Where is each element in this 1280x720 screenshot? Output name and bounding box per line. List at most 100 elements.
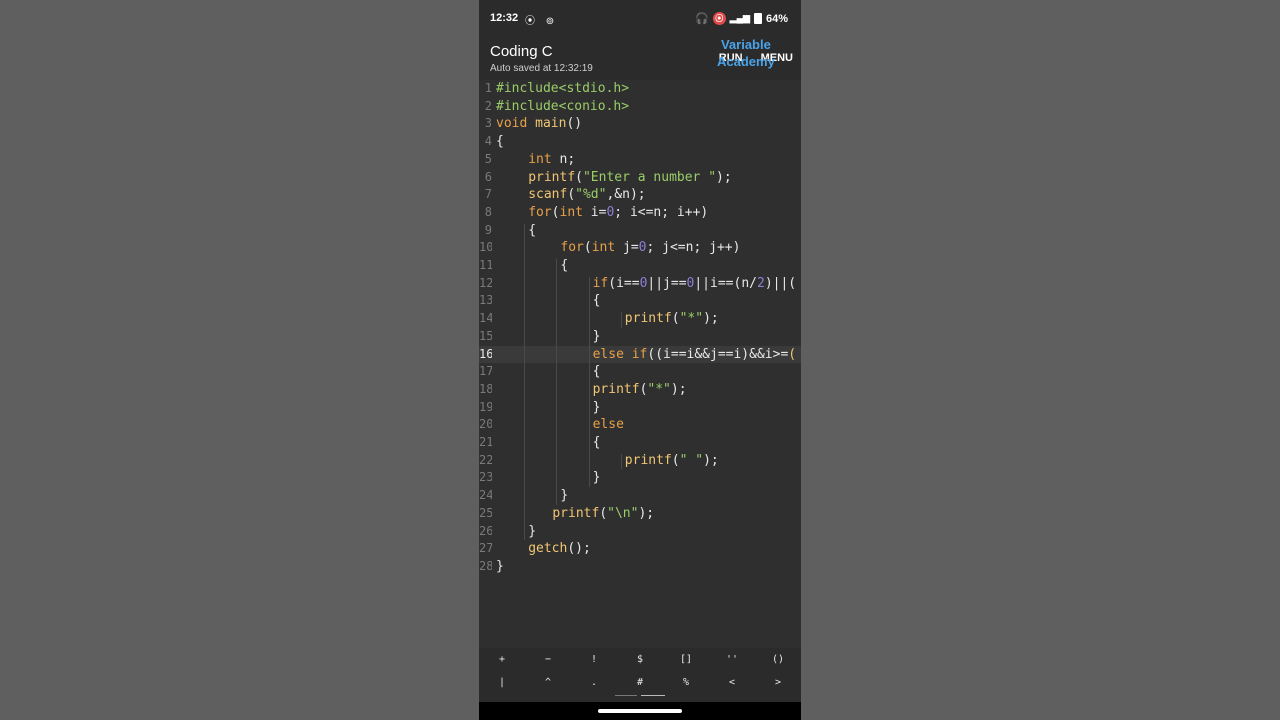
code-line[interactable]: 18 printf("*"); — [479, 381, 801, 399]
code-line[interactable]: 23} — [479, 469, 801, 487]
code-token: int — [528, 151, 552, 167]
indent-guide — [524, 223, 526, 541]
code-line[interactable]: 20 else — [479, 416, 801, 434]
code-token: ( — [567, 187, 576, 203]
line-number: 7 — [484, 187, 492, 202]
code-text: { — [560, 257, 568, 275]
code-text: printf("Enter a number "); — [528, 169, 732, 187]
code-token: n; — [551, 151, 576, 167]
symbol-key[interactable]: ! — [571, 654, 617, 665]
code-token: for — [560, 240, 584, 256]
symbol-key[interactable]: − — [525, 654, 571, 665]
line-number: 26 — [479, 523, 492, 538]
code-text: { — [528, 222, 536, 240]
symbol-key[interactable]: # — [617, 677, 663, 688]
symbol-key[interactable]: ^ — [525, 677, 571, 688]
line-number: 4 — [484, 134, 492, 149]
code-token: "Enter a number " — [582, 169, 717, 185]
code-token: "*" — [679, 311, 704, 327]
code-line[interactable]: 14 printf("*"); — [479, 310, 801, 328]
battery-percent: 64% — [765, 12, 788, 25]
line-number: 2 — [484, 98, 492, 113]
code-line[interactable]: 11 { — [479, 257, 801, 275]
code-token: } — [592, 399, 601, 415]
code-line[interactable]: 24} — [479, 487, 801, 505]
right-backdrop — [801, 0, 1280, 720]
code-token: { — [560, 258, 569, 273]
code-text: { — [593, 434, 601, 452]
keybar-scroll-indicator — [615, 695, 637, 696]
code-text: getch(); — [528, 540, 591, 558]
code-token: ; i<=n; i++) — [614, 204, 709, 220]
code-token: ); — [670, 381, 687, 397]
symbol-key[interactable]: () — [755, 654, 801, 665]
code-line[interactable]: 7 scanf("%d",&n); — [479, 186, 801, 204]
code-line[interactable]: 13 { — [479, 292, 801, 310]
code-text: #include<stdio.h> — [496, 80, 629, 98]
code-token: ,&n); — [606, 187, 646, 203]
code-token: printf — [624, 311, 672, 327]
code-line[interactable]: 17 { — [479, 363, 801, 381]
symbol-key[interactable]: . — [571, 677, 617, 688]
code-text: } — [593, 328, 601, 346]
symbol-key[interactable]: '' — [709, 654, 755, 665]
headphones-icon: 🎧 — [695, 13, 709, 25]
symbol-key[interactable]: % — [663, 677, 709, 688]
code-token: main — [535, 116, 567, 132]
line-number: 6 — [484, 169, 492, 184]
code-token: ( — [671, 311, 680, 327]
code-token: ); — [703, 311, 719, 327]
left-backdrop — [0, 0, 479, 720]
code-token: printf — [592, 381, 640, 397]
code-line[interactable]: 2 #include<conio.h> — [479, 98, 801, 116]
battery-icon — [753, 13, 762, 24]
code-line[interactable]: 28} — [479, 558, 801, 576]
code-line[interactable]: 15} — [479, 328, 801, 346]
code-token: ||i==(n/ — [694, 275, 757, 291]
indent-guide — [620, 453, 622, 470]
code-line[interactable]: 10 for(int j=0; j<=n; j++) — [479, 239, 801, 257]
line-number: 19 — [479, 399, 492, 414]
code-line[interactable]: 1 #include<stdio.h> — [479, 80, 801, 98]
code-line[interactable]: 5 int n; — [479, 151, 801, 169]
autosave-status: Auto saved at 12:32:19 — [490, 63, 593, 74]
symbol-key[interactable]: | — [479, 677, 525, 688]
code-text: printf("*"); — [593, 381, 687, 399]
code-line[interactable]: 22 printf(" "); — [479, 452, 801, 470]
symbol-key[interactable]: $ — [617, 654, 663, 665]
code-token: ||j== — [647, 275, 687, 291]
code-token: 0 — [638, 240, 647, 256]
symbol-key[interactable]: > — [755, 677, 801, 688]
line-number: 15 — [479, 328, 492, 343]
code-token: int — [591, 240, 616, 256]
line-number: 11 — [479, 258, 492, 272]
home-gesture-pill[interactable] — [598, 709, 682, 713]
code-line[interactable]: 16 else if((i==i&&j==i)&&i>=( — [479, 345, 801, 364]
code-line[interactable]: 26} — [479, 523, 801, 541]
code-line[interactable]: 25 printf("\n"); — [479, 505, 801, 523]
code-line[interactable]: 3 void main() — [479, 115, 801, 133]
code-line[interactable]: 4{ — [479, 133, 801, 151]
code-token: printf — [624, 452, 672, 468]
indent-guide — [588, 276, 590, 488]
code-line[interactable]: 8 for(int i=0; i<=n; i++) — [479, 204, 801, 222]
code-line[interactable]: 9{ — [479, 222, 801, 240]
code-line[interactable]: 21 { — [479, 434, 801, 452]
code-text: scanf("%d",&n); — [528, 186, 645, 204]
symbol-key[interactable]: < — [709, 677, 755, 688]
code-line[interactable]: 6 printf("Enter a number "); — [479, 169, 801, 187]
code-line[interactable]: 19} — [479, 399, 801, 417]
watermark-logo: Variable Academy — [717, 36, 775, 70]
keybar-scroll-thumb[interactable] — [641, 695, 665, 696]
code-token: " " — [679, 452, 704, 468]
code-text: } — [593, 469, 601, 487]
code-line[interactable]: 12 if(i==0||j==0||i==(n/2)||( — [479, 275, 801, 293]
code-line[interactable]: 27 getch(); — [479, 540, 801, 558]
app-bar: Coding C Auto saved at 12:32:19 RUN MENU… — [479, 36, 801, 80]
code-editor[interactable]: 1 #include<stdio.h> 2 #include<conio.h> 3 voi… — [479, 80, 801, 648]
symbol-key[interactable]: + — [479, 654, 525, 665]
code-token: ); — [638, 505, 655, 521]
symbol-key[interactable]: [] — [663, 654, 709, 665]
code-text: printf("*"); — [625, 310, 719, 328]
